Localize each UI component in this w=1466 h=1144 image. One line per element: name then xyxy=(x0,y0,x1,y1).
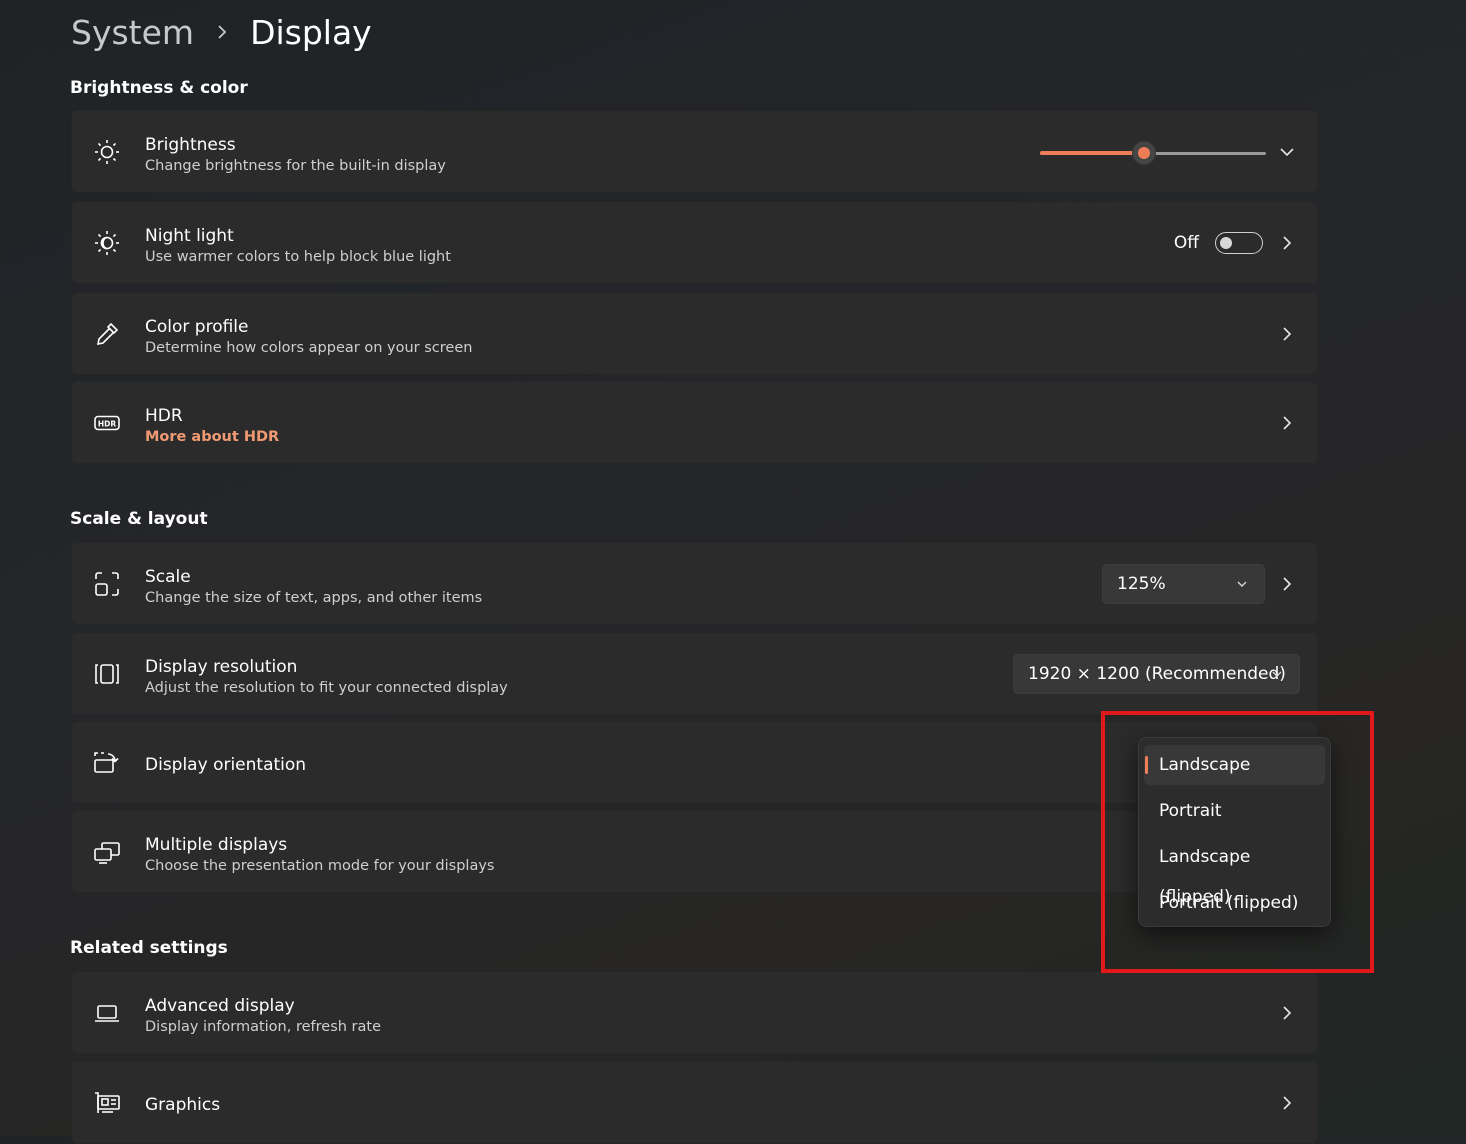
night-light-title: Night light xyxy=(145,226,234,246)
night-light-icon xyxy=(92,228,122,258)
chevron-down-icon xyxy=(1236,578,1248,590)
svg-text:HDR: HDR xyxy=(98,419,117,428)
scale-icon xyxy=(92,569,122,599)
advanced-display-title: Advanced display xyxy=(145,996,295,1016)
eyedropper-icon xyxy=(92,319,122,349)
sun-icon xyxy=(92,137,122,167)
resolution-dropdown[interactable]: 1920 × 1200 (Recommended) xyxy=(1013,654,1300,694)
orientation-icon xyxy=(92,748,122,778)
brightness-title: Brightness xyxy=(145,135,236,155)
night-light-state: Off xyxy=(1173,233,1199,253)
breadcrumb-system[interactable]: System xyxy=(71,13,194,52)
advanced-display-subtitle: Display information, refresh rate xyxy=(145,1019,382,1035)
color-profile-title: Color profile xyxy=(145,317,249,337)
chevron-down-icon xyxy=(1271,668,1283,680)
multiple-displays-icon xyxy=(92,837,122,867)
graphics-card-icon xyxy=(92,1088,122,1118)
brightness-slider[interactable] xyxy=(1040,142,1266,164)
highlight-box xyxy=(1101,711,1374,973)
chevron-right-icon xyxy=(216,25,230,39)
chevron-right-icon[interactable] xyxy=(1279,1095,1295,1111)
laptop-icon xyxy=(92,998,122,1028)
chevron-right-icon[interactable] xyxy=(1279,415,1295,431)
breadcrumb: System Display xyxy=(71,8,372,56)
display-resolution-title: Display resolution xyxy=(145,657,298,677)
color-profile-subtitle: Determine how colors appear on your scre… xyxy=(145,340,473,356)
color-profile-card[interactable]: Color profile Determine how colors appea… xyxy=(71,292,1318,375)
toggle-knob xyxy=(1220,237,1232,249)
multiple-displays-title: Multiple displays xyxy=(145,835,288,855)
resolution-icon xyxy=(92,659,122,689)
brightness-subtitle: Change brightness for the built-in displ… xyxy=(145,158,446,174)
section-header-brightness-color: Brightness & color xyxy=(70,78,248,98)
multiple-displays-subtitle: Choose the presentation mode for your di… xyxy=(145,858,495,874)
more-about-hdr-link[interactable]: More about HDR xyxy=(145,429,279,445)
section-header-related-settings: Related settings xyxy=(70,938,228,958)
night-light-card[interactable]: Night light Use warmer colors to help bl… xyxy=(71,201,1318,284)
scale-card[interactable]: Scale Change the size of text, apps, and… xyxy=(71,542,1318,625)
page-title: Display xyxy=(250,12,372,52)
chevron-right-icon[interactable] xyxy=(1279,1005,1295,1021)
hdr-title: HDR xyxy=(145,406,183,426)
night-light-toggle[interactable] xyxy=(1215,232,1263,254)
hdr-card[interactable]: HDR HDR More about HDR xyxy=(71,381,1318,464)
slider-fill xyxy=(1040,151,1144,155)
chevron-right-icon[interactable] xyxy=(1279,235,1295,251)
night-light-subtitle: Use warmer colors to help block blue lig… xyxy=(145,249,451,265)
chevron-down-icon[interactable] xyxy=(1279,144,1295,160)
chevron-right-icon[interactable] xyxy=(1279,576,1295,592)
scale-value: 125% xyxy=(1117,574,1166,594)
hdr-icon: HDR xyxy=(92,408,122,438)
graphics-title: Graphics xyxy=(145,1095,221,1115)
brightness-card[interactable]: Brightness Change brightness for the bui… xyxy=(71,110,1318,193)
display-resolution-card[interactable]: Display resolution Adjust the resolution… xyxy=(71,632,1318,715)
scale-title: Scale xyxy=(145,567,191,587)
resolution-value: 1920 × 1200 (Recommended) xyxy=(1028,664,1286,684)
slider-thumb[interactable] xyxy=(1133,142,1155,164)
section-header-scale-layout: Scale & layout xyxy=(70,509,208,529)
chevron-right-icon[interactable] xyxy=(1279,326,1295,342)
graphics-card[interactable]: Graphics xyxy=(71,1061,1318,1144)
advanced-display-card[interactable]: Advanced display Display information, re… xyxy=(71,971,1318,1054)
scale-subtitle: Change the size of text, apps, and other… xyxy=(145,590,483,606)
scale-dropdown[interactable]: 125% xyxy=(1102,564,1265,604)
display-resolution-subtitle: Adjust the resolution to fit your connec… xyxy=(145,680,508,696)
display-orientation-title: Display orientation xyxy=(145,755,307,775)
